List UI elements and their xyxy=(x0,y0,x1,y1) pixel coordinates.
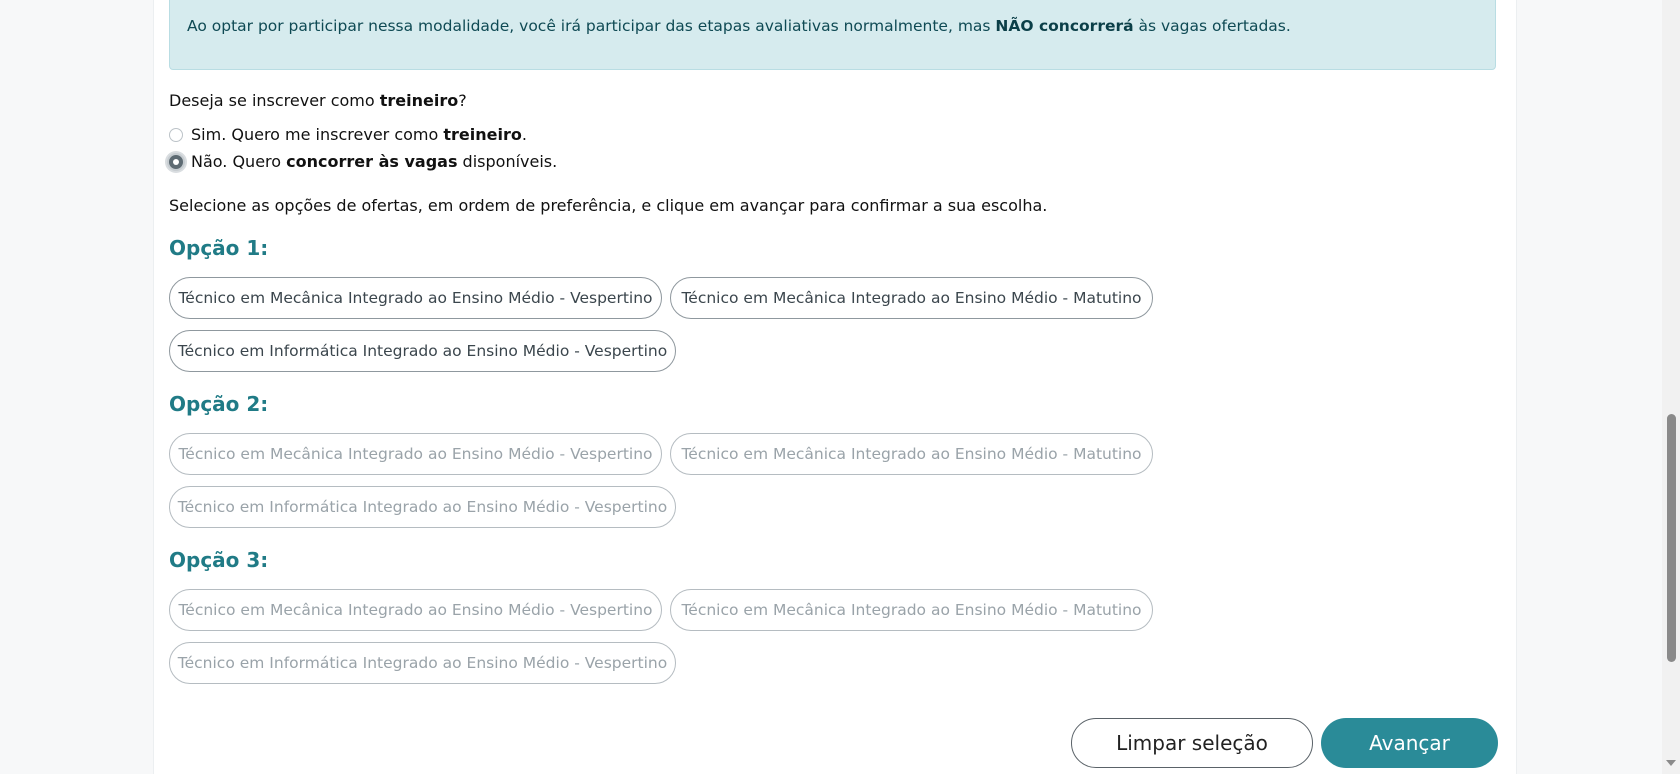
option-3-mecanica-matutino[interactable]: Técnico em Mecânica Integrado ao Ensino … xyxy=(670,589,1153,631)
scroll-down-arrow-icon[interactable] xyxy=(1666,760,1676,766)
option-3-mecanica-vespertino[interactable]: Técnico em Mecânica Integrado ao Ensino … xyxy=(169,589,662,631)
info-alert: Ao optar por participar nessa modalidade… xyxy=(169,0,1496,70)
option-1-informatica-vespertino[interactable]: Técnico em Informática Integrado ao Ensi… xyxy=(169,330,676,372)
option-2-mecanica-vespertino[interactable]: Técnico em Mecânica Integrado ao Ensino … xyxy=(169,433,662,475)
radio-nao-label: Não. Quero concorrer às vagas disponívei… xyxy=(191,152,558,171)
radio-sim-label: Sim. Quero me inscrever como treineiro. xyxy=(191,125,527,144)
scrollbar-thumb[interactable] xyxy=(1667,414,1676,662)
option-1-title: Opção 1: xyxy=(169,236,269,260)
radio-nao[interactable] xyxy=(167,152,185,171)
option-3-informatica-vespertino[interactable]: Técnico em Informática Integrado ao Ensi… xyxy=(169,642,676,684)
option-2-informatica-vespertino[interactable]: Técnico em Informática Integrado ao Ensi… xyxy=(169,486,676,528)
alert-text: Ao optar por participar nessa modalidade… xyxy=(187,17,1291,35)
option-2-title: Opção 2: xyxy=(169,392,269,416)
option-3-title: Opção 3: xyxy=(169,548,269,572)
clear-selection-button[interactable]: Limpar seleção xyxy=(1071,718,1313,768)
option-1-mecanica-vespertino[interactable]: Técnico em Mecânica Integrado ao Ensino … xyxy=(169,277,662,319)
radio-option-nao[interactable]: Não. Quero concorrer às vagas disponívei… xyxy=(167,152,558,171)
radio-option-sim[interactable]: Sim. Quero me inscrever como treineiro. xyxy=(169,125,527,144)
next-button[interactable]: Avançar xyxy=(1321,718,1498,768)
vertical-scrollbar[interactable] xyxy=(1662,0,1680,774)
option-1-mecanica-matutino[interactable]: Técnico em Mecânica Integrado ao Ensino … xyxy=(670,277,1153,319)
instruction-text: Selecione as opções de ofertas, em ordem… xyxy=(169,196,1048,215)
option-2-mecanica-matutino[interactable]: Técnico em Mecânica Integrado ao Ensino … xyxy=(670,433,1153,475)
radio-sim[interactable] xyxy=(169,127,183,142)
treineiro-question: Deseja se inscrever como treineiro? xyxy=(169,91,467,110)
